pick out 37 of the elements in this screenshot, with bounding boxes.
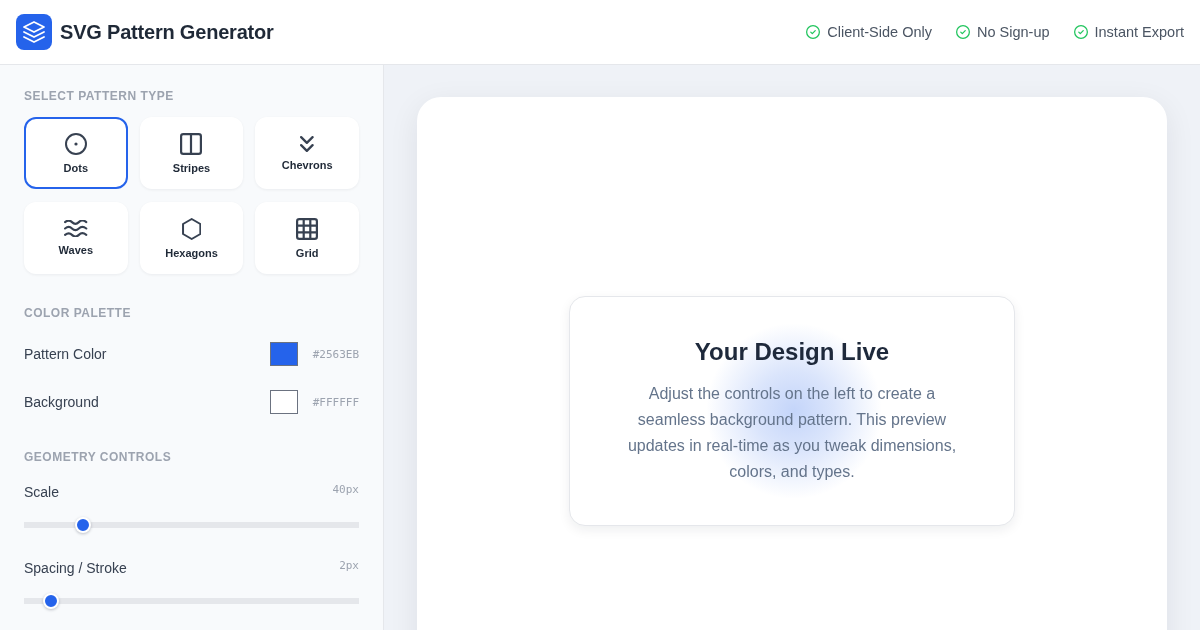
preview-title: Your Design Live: [693, 337, 891, 367]
hex-value: #2563EB: [311, 347, 359, 361]
section-heading: GEOMETRY CONTROLS: [24, 450, 173, 464]
feature-label: Instant Export: [1094, 24, 1184, 40]
split-square-icon: [180, 132, 203, 155]
app-title: SVG Pattern Generator: [60, 20, 274, 44]
slider-value: 2px: [339, 560, 359, 572]
waves-icon: [64, 220, 88, 237]
grid-icon: [296, 217, 319, 240]
slider-thumb[interactable]: [43, 593, 60, 609]
pattern-tile[interactable]: Waves: [24, 202, 128, 274]
slider-label: Spacing / Stroke: [24, 560, 127, 576]
preview-description: Adjust the controls on the left to create a seamless background pattern. This preview updates in real-time as you tweak dimensions, colors, and types.: [626, 384, 958, 482]
slider-value: 40px: [332, 484, 359, 496]
pattern-tile[interactable]: Grid: [255, 202, 359, 274]
pattern-tile[interactable]: Stripes: [139, 117, 244, 189]
slider-thumb[interactable]: [75, 517, 92, 533]
section-heading: SELECT PATTERN TYPE: [24, 89, 175, 103]
check-circle-icon: [806, 25, 821, 39]
slider-label: Scale: [24, 484, 60, 500]
color-label: Pattern Color: [24, 346, 108, 362]
pattern-tile[interactable]: Hexagons: [139, 202, 244, 274]
pattern-tile[interactable]: Chevrons: [255, 117, 359, 189]
hexagon-icon: [181, 217, 202, 240]
section-heading: COLOR PALETTE: [24, 306, 132, 320]
stacked-layers-icon: [16, 14, 52, 50]
check-circle-icon: [1073, 25, 1088, 39]
color-label: Background: [24, 394, 100, 410]
feature-label: Client-Side Only: [827, 24, 932, 40]
circle-dot-icon: [64, 132, 87, 155]
double-chevron-icon: [300, 135, 314, 152]
color-swatch-icon[interactable]: [270, 390, 298, 414]
check-circle-icon: [956, 25, 970, 39]
feature-label: No Sign-up: [977, 24, 1050, 40]
color-swatch-icon[interactable]: [270, 342, 298, 366]
hex-value: #FFFFFF: [311, 395, 359, 409]
pattern-tile[interactable]: Dots: [24, 117, 128, 189]
